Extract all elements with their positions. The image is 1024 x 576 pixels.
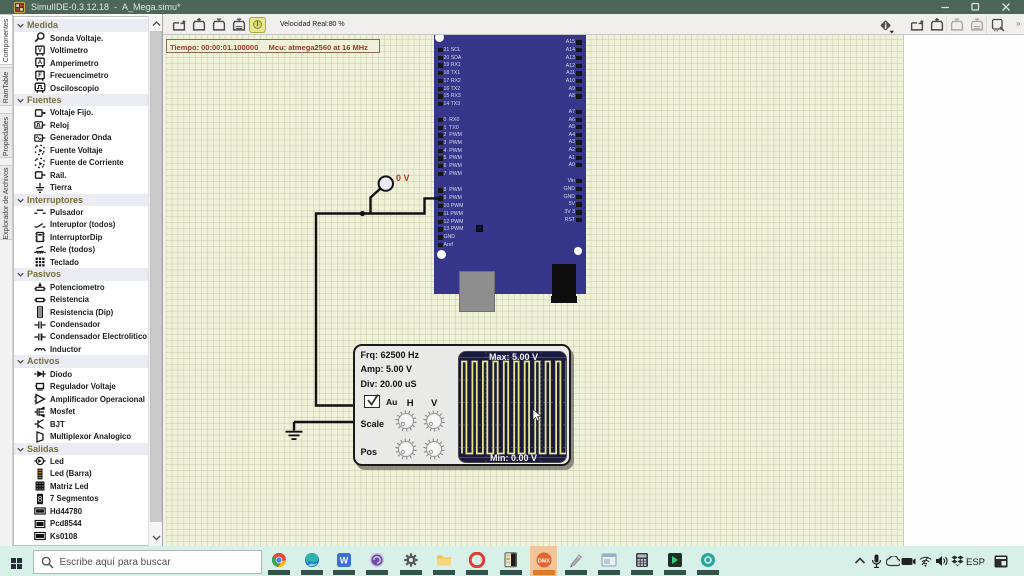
- svg-text:DMX: DMX: [537, 559, 550, 565]
- svg-text:F: F: [38, 72, 42, 79]
- svg-text:W: W: [340, 556, 349, 566]
- svg-text:A: A: [38, 59, 43, 66]
- svg-text:8: 8: [38, 495, 43, 504]
